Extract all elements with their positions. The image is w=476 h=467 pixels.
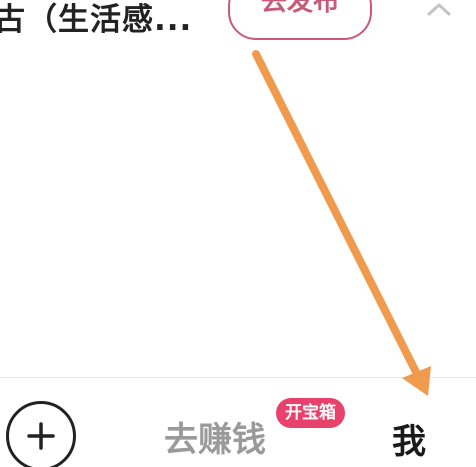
chevron-up-icon — [427, 3, 451, 16]
treasure-box-badge: 开宝箱 — [276, 398, 345, 428]
bottom-tabbar: 去赚钱 开宝箱 我 — [0, 378, 476, 467]
post-title-fragment: 古（生活感... — [0, 2, 193, 38]
add-post-button[interactable] — [6, 401, 76, 467]
publish-button-label: 去发布 — [260, 0, 339, 17]
collapse-button[interactable] — [424, 0, 454, 22]
screen: 古（生活感... 去发布 去赚钱 开宝箱 我 — [0, 0, 476, 467]
tab-me[interactable]: 我 — [392, 414, 426, 463]
tab-earn-money[interactable]: 去赚钱 — [164, 412, 266, 461]
plus-icon — [27, 422, 55, 450]
publish-button[interactable]: 去发布 — [228, 0, 372, 40]
